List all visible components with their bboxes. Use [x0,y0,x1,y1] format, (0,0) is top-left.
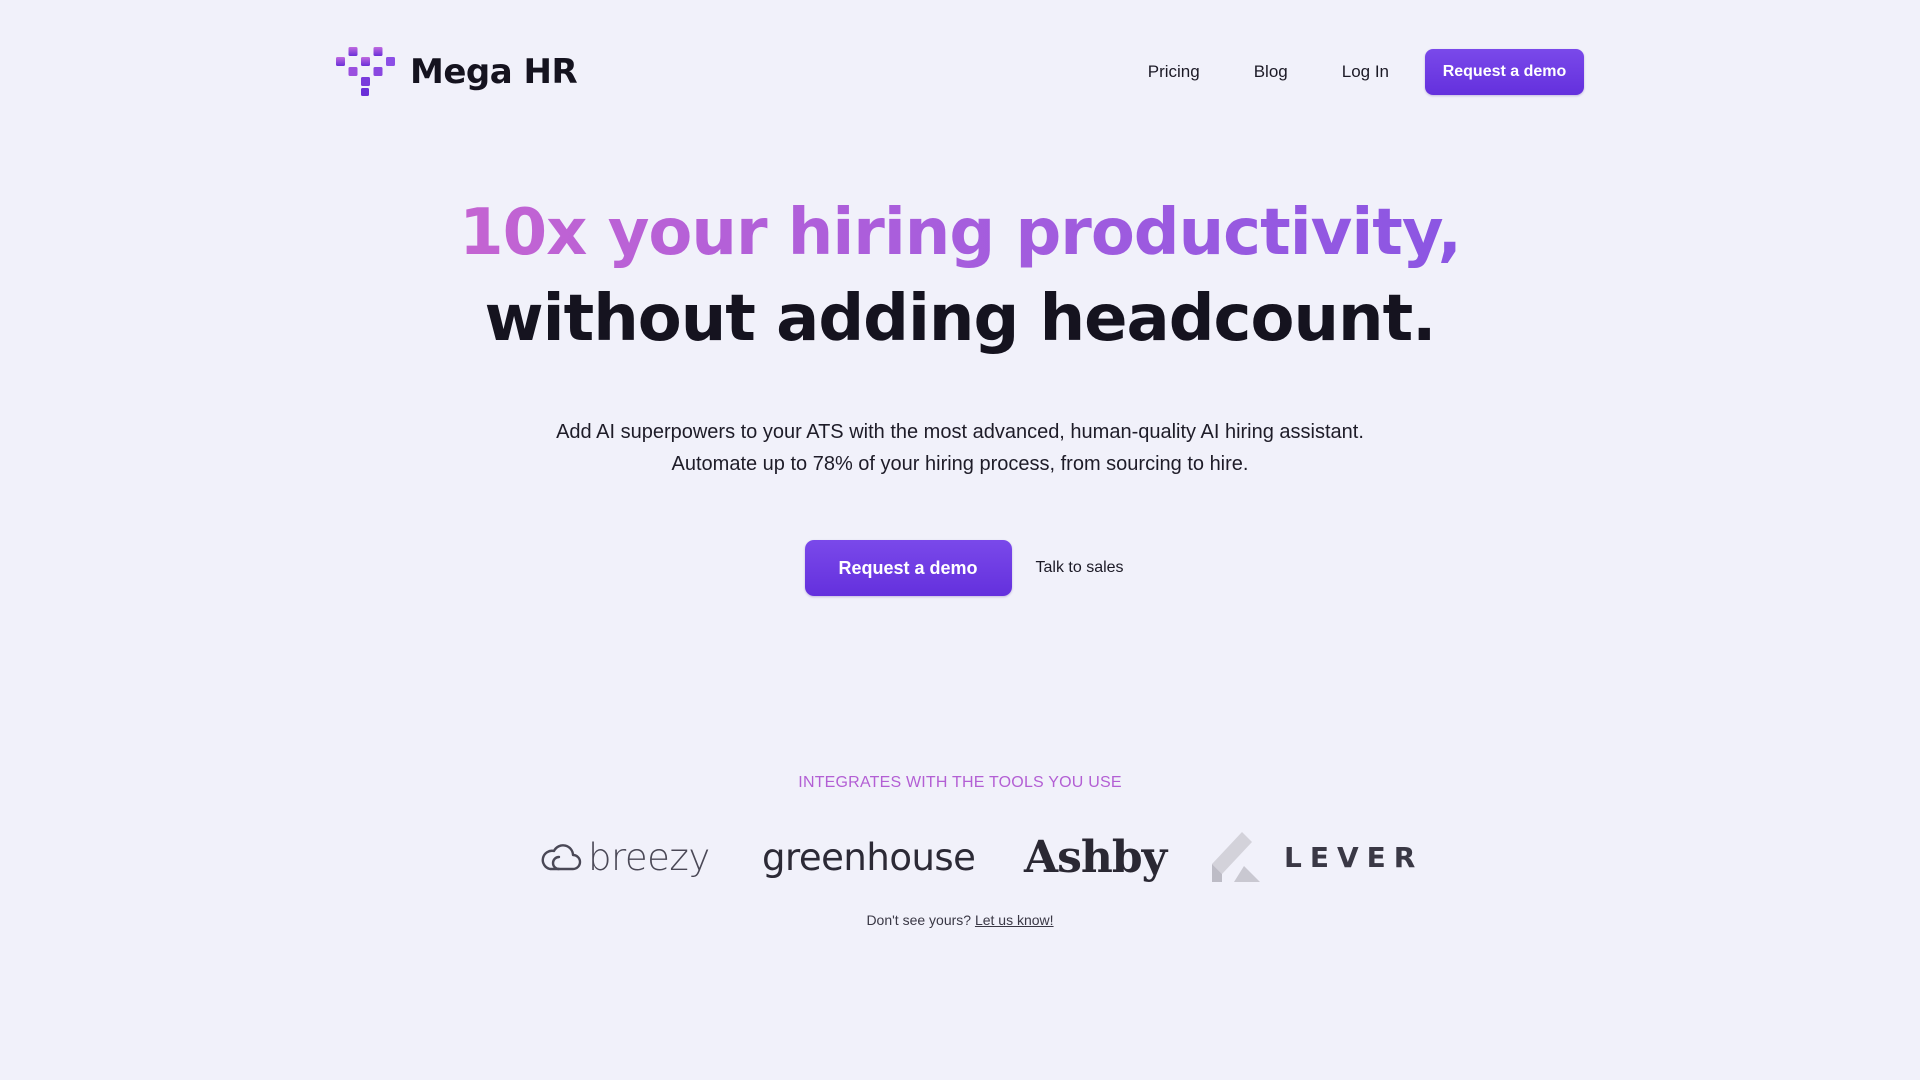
site-header: Mega HR Pricing Blog Log In Request a de… [336,40,1584,100]
home-logo-link[interactable]: Mega HR [336,47,578,97]
subtitle-line-2: Automate up to 78% of your hiring proces… [671,453,1249,475]
integrations-section: INTEGRATES WITH THE TOOLS YOU USE breezy… [0,774,1920,928]
subtitle-line-1: Add AI superpowers to your ATS with the … [556,421,1364,443]
lever-icon [1212,832,1260,882]
ashby-wordmark: Ashby [1024,831,1167,883]
let-us-know-link[interactable]: Let us know! [975,912,1054,928]
lever-wordmark: LEVER [1284,840,1424,874]
pixel-heart-logo-icon [336,47,395,96]
integrations-footnote: Don't see yours? Let us know! [0,912,1920,928]
greenhouse-logo: greenhouse [762,822,976,892]
hero-section: 10x your hiring productivity, without ad… [0,190,1920,596]
breezy-wordmark: breezy [588,835,710,879]
footnote-text: Don't see yours? [866,912,972,928]
hero-subtitle: Add AI superpowers to your ATS with the … [0,416,1920,480]
nav-link-blog[interactable]: Blog [1254,62,1288,82]
brand-name: Mega HR [410,52,578,92]
nav-link-login[interactable]: Log In [1342,62,1389,82]
breezy-logo: breezy [540,822,710,892]
hero-request-demo-button[interactable]: Request a demo [804,540,1012,596]
integration-logos: breezy greenhouse Ashby LEVER [540,822,1415,892]
nav-link-pricing[interactable]: Pricing [1148,62,1200,82]
header-request-demo-button[interactable]: Request a demo [1425,49,1584,95]
ashby-logo: Ashby [1024,822,1167,892]
hero-headline: 10x your hiring productivity, without ad… [0,190,1920,362]
integrations-heading: INTEGRATES WITH THE TOOLS YOU USE [798,774,1122,791]
headline-highlight: 10x your hiring productivity, [459,190,1462,276]
main-nav: Pricing Blog Log In Request a demo [1148,49,1584,95]
headline-main: without adding headcount. [484,282,1437,356]
lever-logo: LEVER [1212,822,1423,892]
hero-cta-row: Request a demo Talk to sales [0,540,1920,596]
landing-page: Mega HR Pricing Blog Log In Request a de… [0,0,1920,1080]
cloud-icon [541,844,582,871]
greenhouse-wordmark: greenhouse [762,835,976,879]
talk-to-sales-link[interactable]: Talk to sales [1036,551,1128,585]
